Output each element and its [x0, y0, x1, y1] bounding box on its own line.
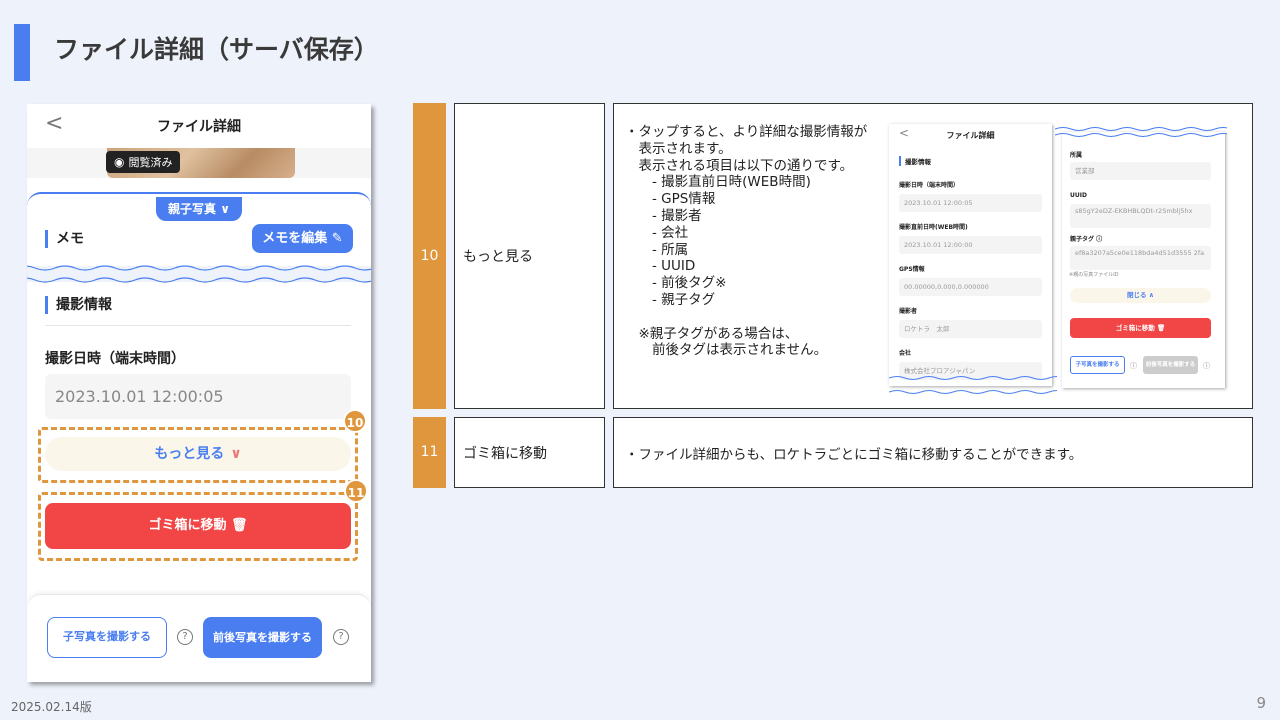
- row-name-text: もっと見る: [463, 249, 533, 265]
- page-number: 9: [1256, 694, 1266, 712]
- parent-photo-pill[interactable]: 親子写真 ∨: [156, 197, 242, 221]
- help-icon[interactable]: ?: [333, 629, 349, 645]
- phone-header: < ファイル詳細: [27, 104, 371, 148]
- detail-preview-left: < ファイル詳細 撮影情報 撮影日時（端末時間） 2023.10.01 12:0…: [889, 124, 1052, 386]
- preview-label: UUID: [1070, 192, 1087, 199]
- row-number: 11: [413, 417, 446, 488]
- preview-value: ef8a3207a5ce0e118bda4d51d3555 2fa: [1070, 246, 1211, 270]
- viewed-label: 閲覧済み: [128, 156, 173, 169]
- preview-close-button: 閉じる ∧: [1070, 288, 1211, 303]
- preview-value: 2023.10.01 12:00:00: [899, 236, 1042, 254]
- preview-trash-button: ゴミ箱に移動 🗑: [1070, 318, 1211, 338]
- preview-section: 撮影情報: [899, 156, 931, 166]
- preview-value: 2023.10.01 12:00:05: [899, 194, 1042, 212]
- preview-wave-bottom: [889, 376, 1057, 394]
- memo-heading: メモ: [45, 230, 84, 248]
- preview-wave-top: [1055, 127, 1227, 137]
- row-name: もっと見る: [454, 103, 605, 409]
- preview-value: ロケトラ 太郎: [899, 320, 1042, 338]
- highlight-box-11: [38, 492, 358, 561]
- row-number: 10: [413, 103, 446, 409]
- preview-child-button: 子写真を撮影する: [1070, 356, 1125, 374]
- version-date: 2025.02.14版: [11, 700, 92, 714]
- back-icon: <: [899, 126, 910, 140]
- help-icon: ⓘ: [1130, 362, 1137, 370]
- highlight-box-10: [38, 427, 358, 483]
- preview-label: 撮影日時（端末時間）: [899, 182, 960, 189]
- preview-label: 撮影直前日時(WEB時間): [899, 224, 968, 231]
- edit-memo-button[interactable]: メモを編集 ✎: [252, 224, 353, 253]
- eye-icon: ◉: [114, 155, 125, 169]
- phone-title: ファイル詳細: [157, 119, 241, 135]
- take-prepost-photo-button[interactable]: 前後写真を撮影する: [203, 617, 322, 658]
- title-accent-bar: [14, 24, 30, 81]
- preview-label: 所属: [1070, 152, 1083, 159]
- row-description: ・タップすると、より詳細な撮影情報が 表示されます。 表示される項目は以下の通り…: [625, 124, 868, 359]
- cut-wave-divider: [27, 265, 371, 283]
- detail-preview-right: 所属 営業部 UUID s85gY2eDZ-EKBHBLQDt-r2Smblj5…: [1062, 132, 1225, 388]
- highlight-badge-10: 10: [343, 409, 367, 433]
- preview-value: 00.00000,0.000,0.000000: [899, 278, 1042, 296]
- row-description: ・ファイル詳細からも、ロケトラごとにゴミ箱に移動することができます。: [625, 447, 1083, 463]
- preview-label: 撮影者: [899, 308, 918, 315]
- preview-value: 営業部: [1070, 162, 1211, 180]
- viewed-badge: ◉ 閲覧済み: [106, 151, 181, 173]
- preview-prepost-button: 前後写真を撮影する: [1143, 356, 1198, 374]
- row-name: ゴミ箱に移動: [454, 417, 605, 488]
- row-name-text: ゴミ箱に移動: [463, 445, 547, 462]
- help-icon[interactable]: ?: [177, 629, 193, 645]
- shooting-info-heading: 撮影情報: [45, 296, 112, 314]
- preview-label: 親子タグ ⓘ: [1070, 236, 1103, 243]
- photo-preview: [27, 148, 371, 178]
- capture-time-value: 2023.10.01 12:00:05: [45, 374, 351, 419]
- divider: [45, 325, 351, 326]
- preview-title: ファイル詳細: [946, 131, 995, 140]
- capture-time-label: 撮影日時（端末時間）: [45, 351, 185, 367]
- preview-note: ※親の写真ファイルID: [1069, 272, 1119, 278]
- take-child-photo-button[interactable]: 子写真を撮影する: [47, 617, 167, 658]
- highlight-badge-11: 11: [344, 479, 368, 503]
- preview-label: 会社: [899, 350, 912, 357]
- phone-screenshot: < ファイル詳細 ◉ 閲覧済み 親子写真 ∨ メモ メモを編集 ✎ 撮影情報 撮影…: [27, 104, 371, 682]
- page-title: ファイル詳細（サーバ保存）: [54, 35, 379, 64]
- preview-label: GPS情報: [899, 266, 925, 273]
- preview-value: s85gY2eDZ-EKBHBLQDt-r2Smblj5hx: [1070, 204, 1211, 228]
- help-icon: ⓘ: [1203, 362, 1210, 370]
